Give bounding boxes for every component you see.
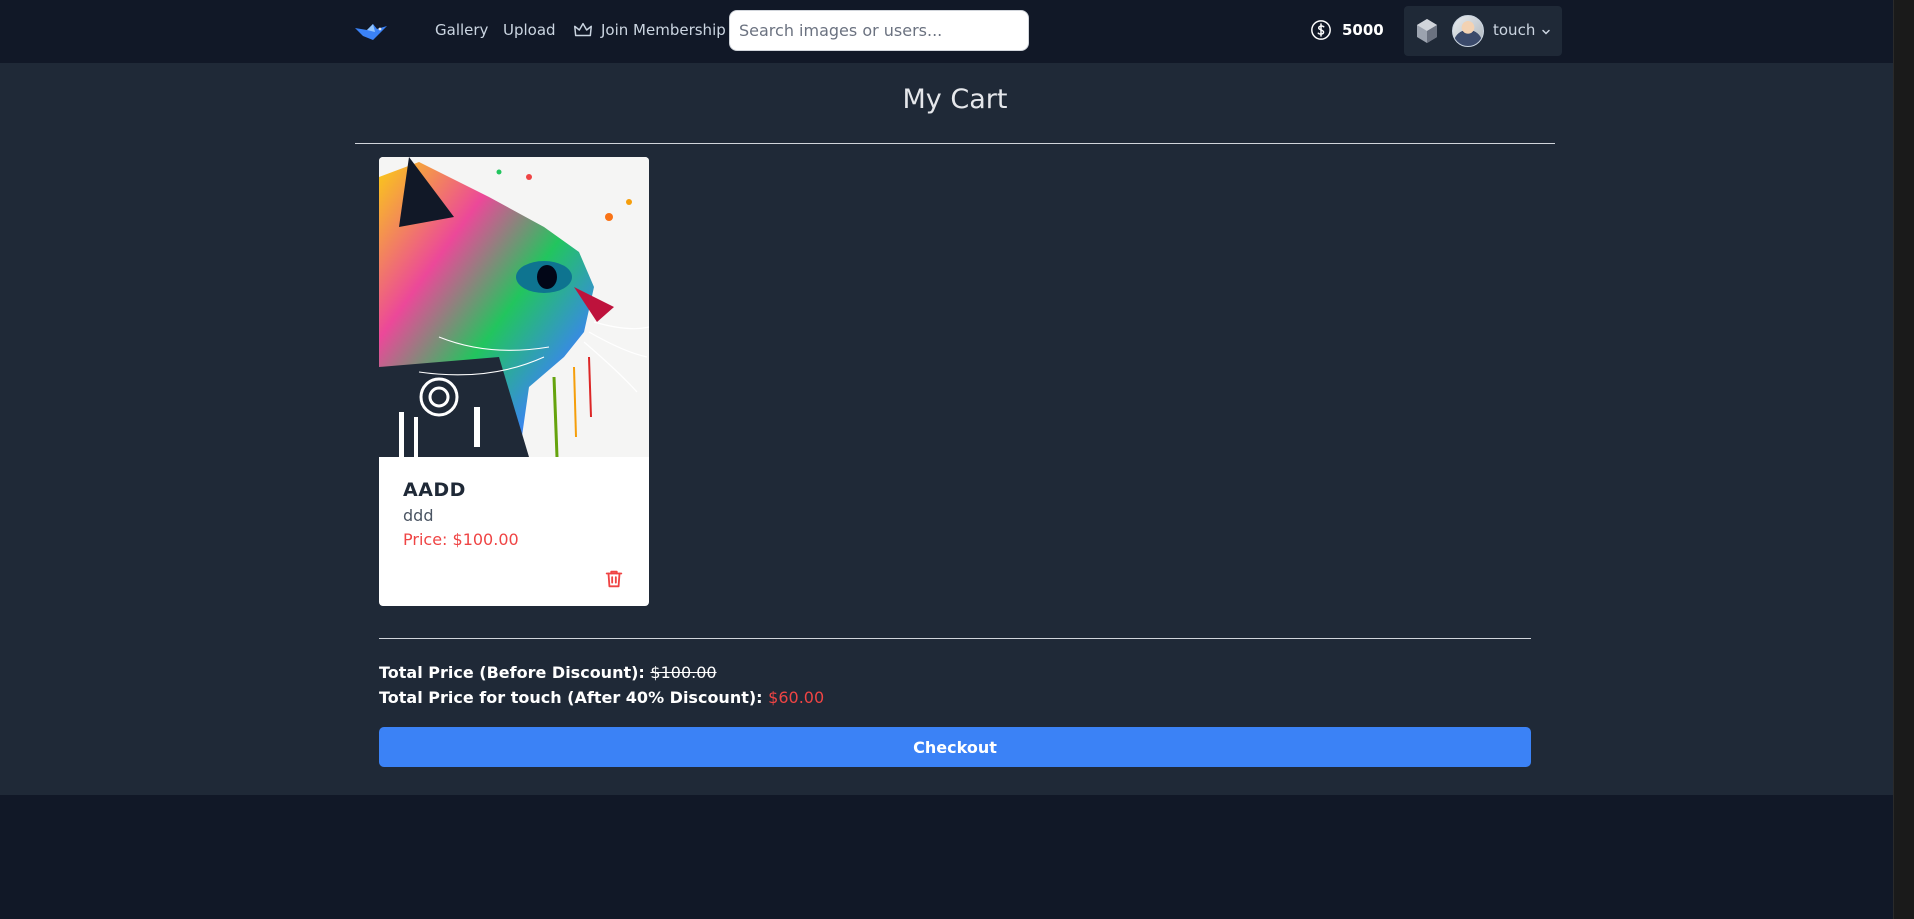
total-after-label: Total Price for touch (After 40% Discoun… <box>379 688 763 707</box>
total-before-discount: Total Price (Before Discount): $100.00 <box>379 663 717 682</box>
nav-upload-link[interactable]: Upload <box>503 21 556 39</box>
user-menu[interactable]: touch <box>1404 6 1562 56</box>
total-after-discount: Total Price for touch (After 40% Discoun… <box>379 688 824 707</box>
total-after-value: $60.00 <box>768 688 825 707</box>
cart-page: My Cart AADD ddd Price: $100.00 Total Pr… <box>0 63 1894 795</box>
avatar[interactable] <box>1452 15 1484 47</box>
trash-icon[interactable] <box>603 568 625 590</box>
divider <box>355 143 1555 144</box>
crown-icon <box>574 22 592 37</box>
total-before-value: $100.00 <box>650 663 717 682</box>
nav-membership-link[interactable]: Join Membership <box>572 19 726 41</box>
dollar-coin-icon <box>1311 20 1331 40</box>
chevron-down-icon[interactable] <box>1540 26 1552 38</box>
nav-gallery-link[interactable]: Gallery <box>435 21 488 39</box>
gem-icon <box>1417 19 1437 43</box>
bird-logo-icon[interactable] <box>353 18 389 44</box>
page-title: My Cart <box>902 84 1008 115</box>
search-input[interactable] <box>729 10 1029 51</box>
cart-item-image[interactable] <box>379 157 649 457</box>
coin-balance: 5000 <box>1310 19 1384 41</box>
cart-item-card: AADD ddd Price: $100.00 <box>379 157 649 606</box>
total-before-label: Total Price (Before Discount): <box>379 663 645 682</box>
username: touch <box>1493 21 1536 39</box>
cart-item-price: Price: $100.00 <box>403 530 519 549</box>
divider <box>379 638 1531 639</box>
top-navbar: Gallery Upload Join Membership 5000 touc… <box>0 0 1894 63</box>
checkout-button[interactable]: Checkout <box>379 727 1531 767</box>
membership-label: Join Membership <box>601 21 726 39</box>
cart-item-description: ddd <box>403 506 434 525</box>
cart-item-title: AADD <box>403 479 466 501</box>
scrollbar[interactable] <box>1893 0 1914 919</box>
coin-balance-value: 5000 <box>1342 21 1384 39</box>
